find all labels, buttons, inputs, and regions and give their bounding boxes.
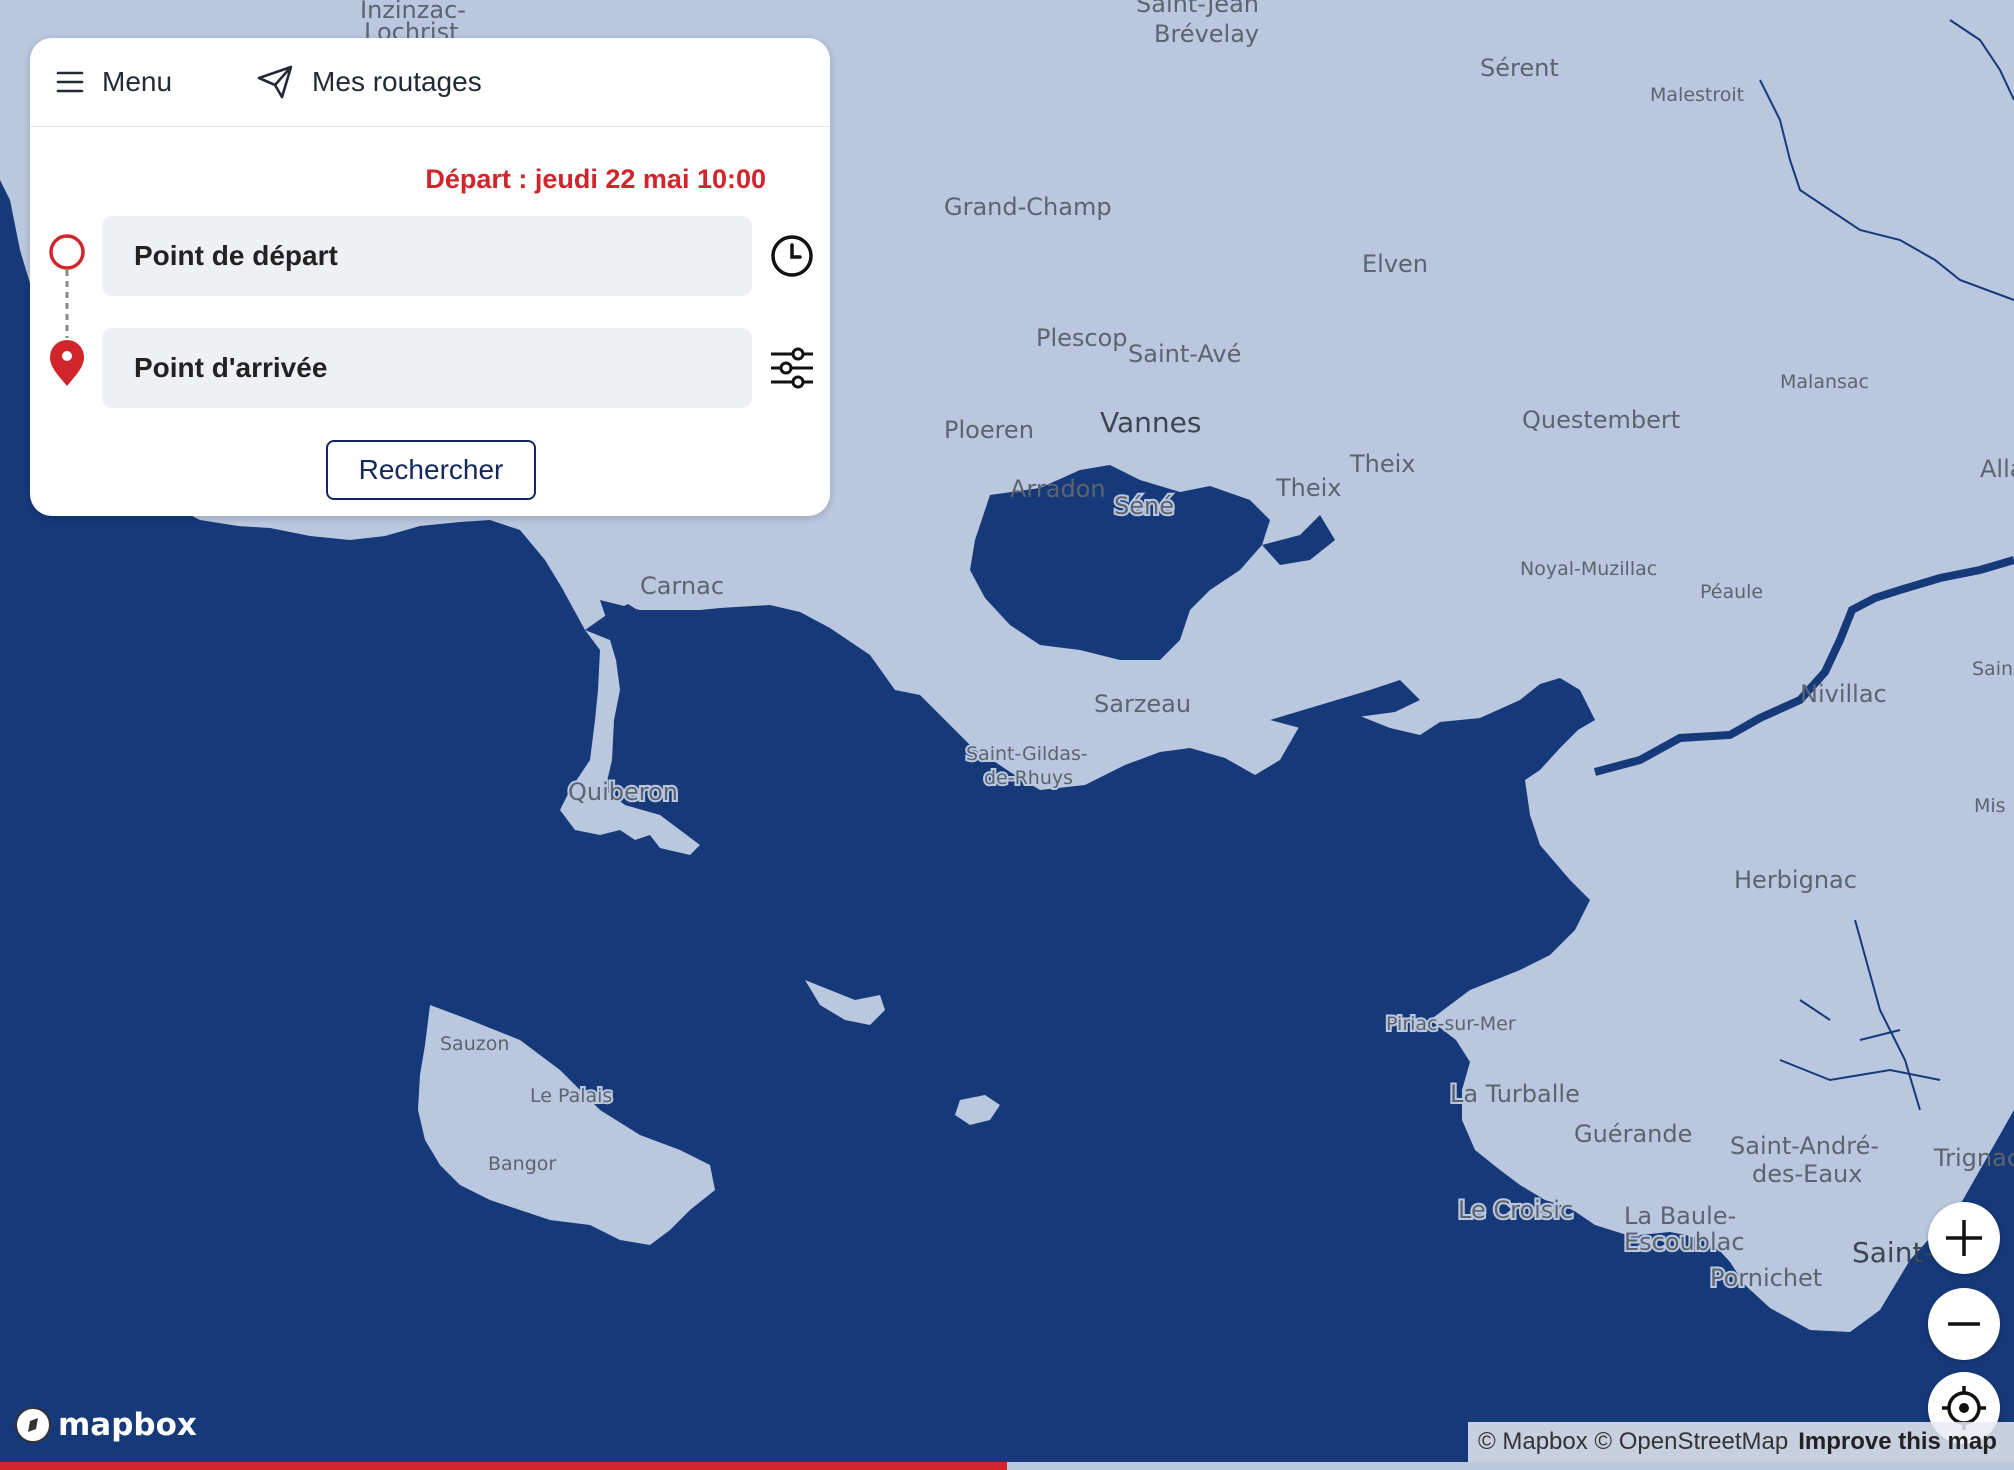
my-routes-label: Mes routages <box>312 66 482 97</box>
menu-button[interactable]: Menu <box>56 66 172 98</box>
departure-info[interactable]: Départ : jeudi 22 mai 10:00 <box>425 164 766 195</box>
clock-icon[interactable] <box>768 232 816 280</box>
label-guerande: Guérande <box>1574 1120 1692 1148</box>
label-herbignac: Herbignac <box>1734 866 1857 894</box>
label-le-croisic: Le Croisic <box>1458 1196 1573 1224</box>
attribution-mapbox[interactable]: © Mapbox <box>1478 1428 1588 1456</box>
end-point-input[interactable] <box>102 328 752 408</box>
label-saint-partial: Sain <box>1972 658 2013 680</box>
send-icon <box>257 65 293 99</box>
label-questembert: Questembert <box>1522 406 1680 434</box>
label-la-turballe: La Turballe <box>1450 1080 1580 1108</box>
label-ploeren: Ploeren <box>944 416 1034 444</box>
label-bangor: Bangor <box>488 1153 556 1175</box>
panel-header: Menu Mes routages <box>30 38 830 127</box>
hamburger-icon <box>56 71 84 93</box>
label-grand-champ: Grand-Champ <box>944 193 1112 221</box>
end-marker-icon <box>50 340 84 386</box>
loading-progress-bar <box>0 1462 2014 1470</box>
label-theix-1: Theix <box>1349 450 1416 478</box>
label-pornichet: Pornichet <box>1710 1264 1822 1292</box>
zoom-in-button[interactable] <box>1928 1202 2000 1274</box>
label-missillac: Mis <box>1974 795 2006 817</box>
label-sauzon: Sauzon <box>440 1033 509 1055</box>
label-quiberon: Quiberon <box>568 778 678 806</box>
label-malestroit: Malestroit <box>1650 84 1744 106</box>
start-point-input[interactable] <box>102 216 752 296</box>
label-sarzeau: Sarzeau <box>1094 690 1191 718</box>
label-le-palais: Le Palais <box>530 1085 612 1107</box>
label-saint-gildas: Saint-Gildas- <box>966 743 1088 765</box>
label-elven: Elven <box>1362 250 1428 278</box>
label-des-eaux: des-Eaux <box>1752 1160 1862 1188</box>
filters-icon[interactable] <box>768 344 816 392</box>
label-serent: Sérent <box>1480 54 1559 82</box>
minus-icon <box>1948 1322 1980 1326</box>
label-saint-ave: Saint-Avé <box>1128 340 1241 368</box>
label-theix-2: Theix <box>1275 474 1342 502</box>
label-la-baule: La Baule- <box>1624 1202 1736 1230</box>
label-piriac: Piriac-sur-Mer <box>1386 1013 1516 1035</box>
route-markers <box>49 234 85 386</box>
label-nivillac: Nivillac <box>1800 680 1887 708</box>
attribution-osm[interactable]: © OpenStreetMap <box>1594 1428 1788 1456</box>
label-carnac: Carnac <box>640 572 724 600</box>
mapbox-logo-text: mapbox <box>58 1407 197 1443</box>
label-vannes: Vannes <box>1100 406 1201 439</box>
label-saint-andre: Saint-André- <box>1730 1132 1879 1160</box>
label-allaire: Alla <box>1980 455 2014 483</box>
label-arradon: Arradon <box>1010 475 1106 503</box>
label-de-rhuys: de-Rhuys <box>984 767 1073 789</box>
label-peaule: Péaule <box>1700 581 1763 603</box>
menu-label: Menu <box>102 66 173 97</box>
my-routes-button[interactable]: Mes routages <box>256 64 482 100</box>
zoom-out-button[interactable] <box>1928 1288 2000 1360</box>
label-sene: Séné <box>1114 492 1174 520</box>
mapbox-logo-icon <box>15 1407 51 1443</box>
search-button[interactable]: Rechercher <box>326 440 536 500</box>
map-attribution: © Mapbox © OpenStreetMap Improve this ma… <box>1468 1422 2014 1462</box>
route-panel: Menu Mes routages Départ : jeudi 22 mai … <box>30 38 830 516</box>
label-trignac: Trignac <box>1933 1144 2014 1172</box>
plus-icon <box>1946 1220 1982 1256</box>
mapbox-logo[interactable]: mapbox <box>14 1406 197 1444</box>
label-brevelay: Brévelay <box>1154 20 1259 48</box>
label-plescop: Plescop <box>1036 324 1128 352</box>
end-marker-dot <box>62 351 72 361</box>
label-escoublac: Escoublac <box>1624 1228 1745 1256</box>
progress-fill <box>0 1462 1007 1470</box>
label-saint-jean: Saint-Jean <box>1136 0 1259 18</box>
improve-map-link[interactable]: Improve this map <box>1798 1428 1997 1456</box>
start-marker-icon <box>49 234 85 270</box>
label-malansac: Malansac <box>1780 371 1869 393</box>
label-noyal-muzillac: Noyal-Muzillac <box>1520 558 1657 580</box>
